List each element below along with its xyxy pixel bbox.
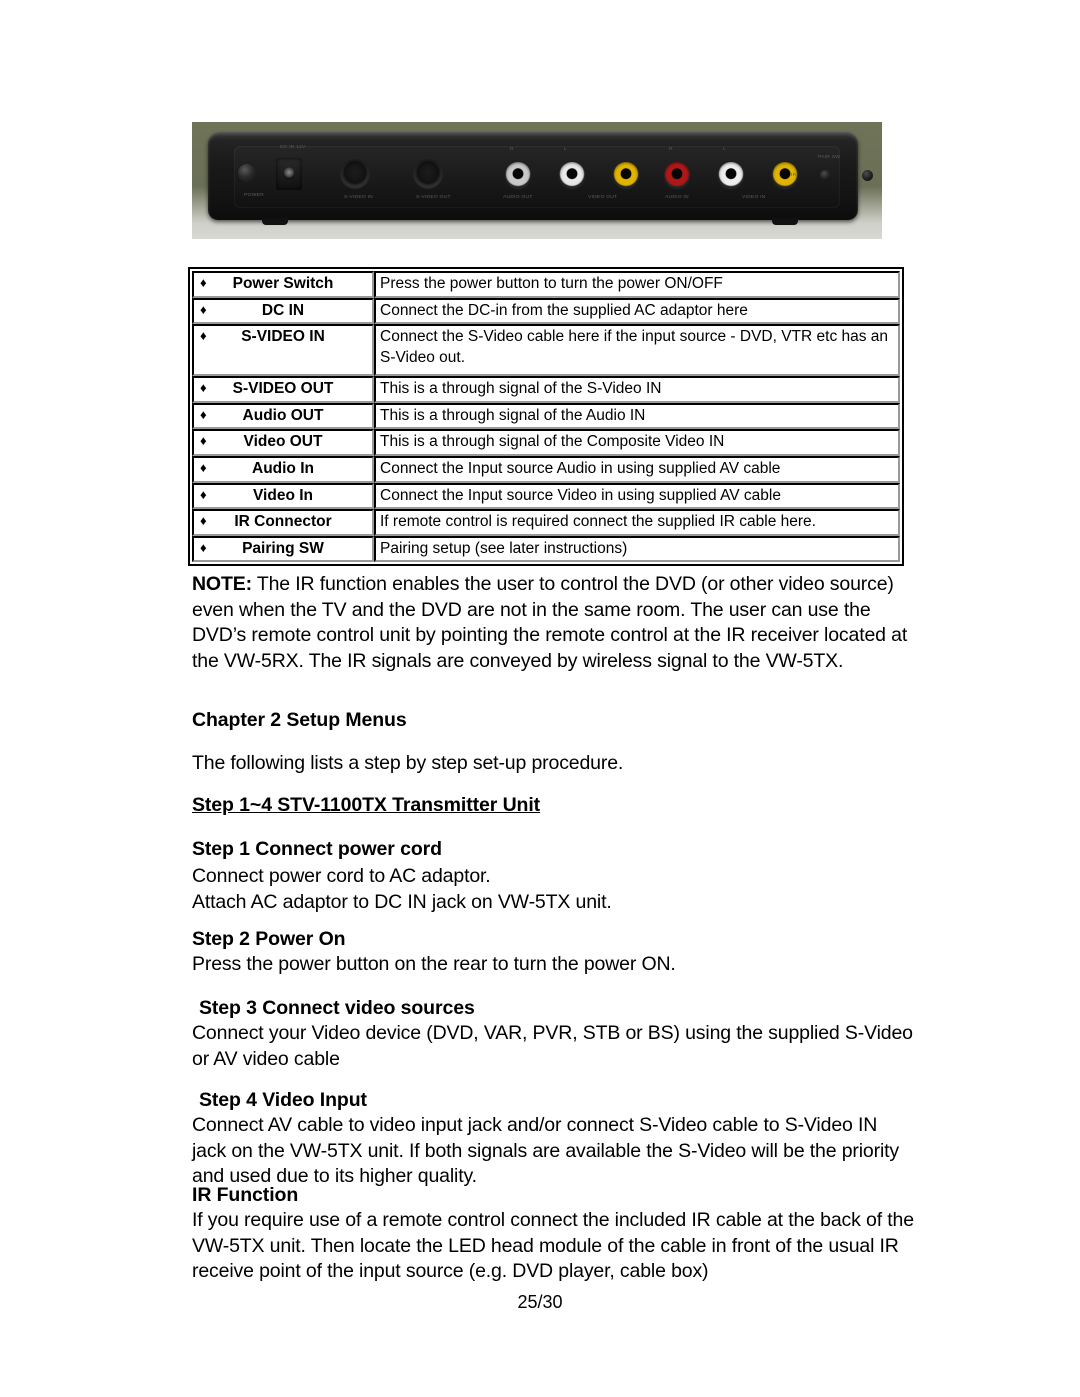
panel-button-icon	[862, 170, 873, 181]
svideo-jack-icon	[413, 159, 443, 189]
connector-name-label: S-VIDEO IN	[241, 328, 325, 346]
table-row: ♦ DC IN Connect the DC-in from the supplie…	[192, 297, 900, 325]
diamond-bullet-icon: ♦	[200, 460, 207, 476]
panel-silkscreen-label: L	[564, 146, 567, 152]
connector-name-label: Video OUT	[243, 433, 323, 451]
step-3-heading: Step 3 Connect video sources	[199, 997, 475, 1019]
diamond-bullet-icon: ♦	[200, 301, 207, 317]
connector-spec-table: ♦ Power Switch Press the power button to t…	[188, 267, 904, 567]
diamond-bullet-icon: ♦	[200, 486, 207, 502]
panel-silkscreen-label: R	[510, 146, 514, 152]
diamond-bullet-icon: ♦	[200, 380, 207, 396]
panel-button-icon	[820, 170, 831, 181]
connector-name-label: IR Connector	[234, 513, 332, 531]
spec-table-body: ♦ Power Switch Press the power button to t…	[192, 271, 900, 563]
connector-name-cell: ♦ Video OUT	[192, 429, 374, 457]
connector-description-cell: Connect the Input source Audio in using …	[374, 456, 900, 483]
note-paragraph: NOTE: The IR function enables the user t…	[192, 572, 914, 674]
connector-name-label: Audio In	[252, 460, 314, 478]
table-row: ♦ Pairing SW Pairing setup (see later inst…	[192, 535, 900, 563]
manual-page: POWER DC IN 12V S-VIDEO IN S-VIDEO OUT R L AUD…	[0, 0, 1080, 1397]
connector-name-cell: ♦ S-VIDEO IN	[192, 324, 374, 377]
connector-description-cell: Connect the Input source Video in using …	[374, 482, 900, 510]
table-row: ♦ Audio OUT This is a through signal of th…	[192, 402, 900, 430]
panel-silkscreen-label: IR	[791, 172, 797, 178]
connector-description-cell: If remote control is required connect th…	[374, 509, 900, 536]
panel-button-icon	[238, 164, 256, 182]
rca-jack-icon	[559, 162, 585, 188]
rca-jack-icon	[664, 162, 690, 188]
step-1-body: Connect power cord to AC adaptor. Attach…	[192, 865, 612, 913]
table-row: ♦ Video OUT This is a through signal of th…	[192, 429, 900, 457]
diamond-bullet-icon: ♦	[200, 406, 207, 422]
connector-name-cell: ♦ DC IN	[192, 297, 374, 325]
panel-silkscreen-label: VIDEO OUT	[588, 194, 618, 200]
connector-description-cell: Press the power button to turn the power…	[374, 271, 900, 298]
panel-silkscreen-label: R	[669, 146, 673, 152]
rear-panel-photo: POWER DC IN 12V S-VIDEO IN S-VIDEO OUT R L AUD…	[192, 122, 882, 239]
note-label: NOTE:	[192, 573, 252, 595]
connector-description-cell: This is a through signal of the Audio IN	[374, 402, 900, 430]
diamond-bullet-icon: ♦	[200, 539, 207, 555]
section-heading-steps: Step 1~4 STV-1100TX Transmitter Unit	[192, 794, 541, 816]
connector-name-label: Video In	[252, 486, 313, 504]
diamond-bullet-icon: ♦	[200, 433, 207, 449]
connector-description-cell: Pairing setup (see later instructions)	[374, 535, 900, 563]
ir-function-body: If you require use of a remote control c…	[192, 1209, 914, 1282]
panel-silkscreen-label: S-VIDEO IN	[344, 194, 373, 200]
step-2-heading: Step 2 Power On	[192, 928, 346, 950]
diamond-bullet-icon: ♦	[200, 513, 207, 529]
connector-name-cell: ♦ Power Switch	[192, 271, 374, 298]
rca-jack-icon	[718, 162, 744, 188]
table-row: ♦ IR Connector If remote control is requir…	[192, 509, 900, 536]
connector-name-label: Power Switch	[232, 275, 334, 292]
connector-description-cell: This is a through signal of the S-Video …	[374, 376, 900, 403]
table-row: ♦ Audio In Connect the Input source Audio …	[192, 456, 900, 483]
connector-name-cell: ♦ Audio In	[192, 456, 374, 483]
table-row: ♦ S-VIDEO IN Connect the S-Video cable her…	[192, 324, 900, 377]
connector-name-cell: ♦ Video In	[192, 482, 374, 510]
panel-silkscreen-label: S-VIDEO OUT	[416, 194, 451, 200]
device-foot-right	[772, 218, 798, 225]
rca-jack-icon	[505, 162, 531, 188]
connector-description-cell: This is a through signal of the Composit…	[374, 429, 900, 457]
connector-name-label: DC IN	[261, 301, 305, 319]
step-3-body: Connect your Video device (DVD, VAR, PVR…	[192, 1022, 913, 1070]
svideo-jack-icon	[340, 159, 370, 189]
diamond-bullet-icon: ♦	[200, 275, 207, 290]
panel-silkscreen-label: PAIR SW	[818, 154, 841, 160]
step-2-body: Press the power button on the rear to tu…	[192, 953, 676, 975]
table-row: ♦ Power Switch Press the power button to t…	[192, 271, 900, 298]
connector-name-cell: ♦ Audio OUT	[192, 402, 374, 430]
connector-name-cell: ♦ Pairing SW	[192, 535, 374, 563]
connector-name-cell: ♦ S-VIDEO OUT	[192, 376, 374, 403]
panel-silkscreen-label: AUDIO IN	[665, 194, 689, 200]
step-4-body: Connect AV cable to video input jack and…	[192, 1114, 900, 1187]
table-row: ♦ S-VIDEO OUT This is a through signal of …	[192, 376, 900, 403]
panel-silkscreen-label: L	[723, 146, 726, 152]
panel-silkscreen-label: VIDEO IN	[742, 194, 766, 200]
rca-jack-icon	[613, 162, 639, 188]
connector-name-label: Audio OUT	[242, 406, 324, 424]
step-4-heading: Step 4 Video Input	[199, 1089, 367, 1111]
note-body: The IR function enables the user to cont…	[192, 573, 908, 672]
dc-in-jack-icon	[276, 158, 302, 190]
connector-name-label: Pairing SW	[242, 539, 324, 557]
diamond-bullet-icon: ♦	[200, 328, 207, 344]
connector-description-cell: Connect the S-Video cable here if the in…	[374, 324, 900, 377]
device-body: POWER DC IN 12V S-VIDEO IN S-VIDEO OUT R L AUD…	[208, 132, 873, 225]
connector-description-cell: Connect the DC-in from the supplied AC a…	[374, 297, 900, 325]
panel-silkscreen-label: POWER	[244, 192, 264, 198]
ir-function-heading: IR Function	[192, 1184, 299, 1206]
panel-silkscreen-label: AUDIO OUT	[503, 194, 533, 200]
connector-name-label: S-VIDEO OUT	[232, 380, 334, 398]
page-footer: 25/30	[517, 1292, 563, 1312]
step-1-heading: Step 1 Connect power cord	[192, 838, 442, 860]
device-foot-left	[262, 218, 288, 225]
panel-silkscreen-label: DC IN 12V	[280, 144, 306, 150]
table-row: ♦ Video In Connect the Input source Video …	[192, 482, 900, 510]
chapter-heading: Chapter 2 Setup Menus	[192, 709, 407, 731]
chapter-intro: The following lists a step by step set-u…	[192, 752, 624, 774]
connector-name-cell: ♦ IR Connector	[192, 509, 374, 536]
